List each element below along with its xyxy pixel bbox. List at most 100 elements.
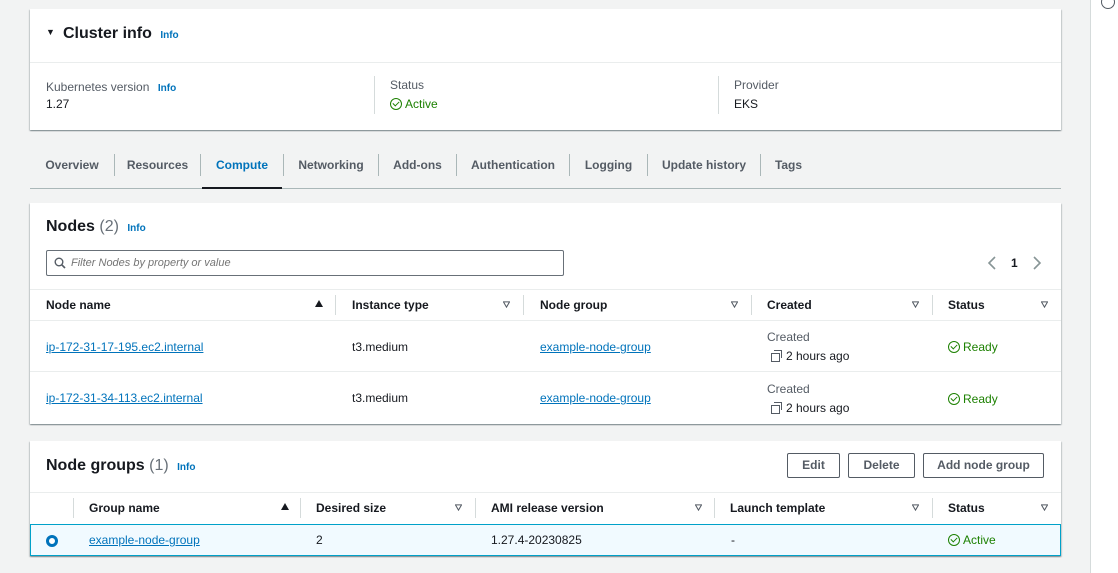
caret-down-icon[interactable]: ▼	[46, 27, 55, 37]
created-label: Created	[767, 382, 810, 396]
col-instance-type[interactable]: Instance type	[352, 298, 429, 312]
check-circle-icon	[948, 534, 960, 546]
kubernetes-version-value: 1.27	[46, 97, 70, 111]
table-row[interactable]: example-node-group 2 1.27.4-20230825 - A…	[30, 524, 1061, 556]
nodes-filter[interactable]	[46, 250, 564, 276]
column-separator	[73, 498, 74, 518]
cluster-status-text: Active	[405, 97, 438, 111]
chevron-right-icon[interactable]	[1032, 256, 1042, 270]
sort-ascending-icon[interactable]	[315, 300, 323, 307]
kubernetes-version-field: Kubernetes version Info	[46, 78, 176, 96]
ami-release-version: 1.27.4-20230825	[491, 533, 582, 547]
nodes-title: Nodes	[46, 218, 95, 235]
node-group-link[interactable]: example-node-group	[89, 533, 200, 547]
status-label: Status	[390, 78, 425, 92]
column-divider	[718, 76, 719, 114]
column-separator[interactable]	[523, 295, 524, 315]
kubernetes-version-info-link[interactable]: Info	[158, 83, 176, 94]
created-text: 2 hours ago	[786, 401, 850, 415]
kubernetes-version-label: Kubernetes version	[46, 80, 150, 94]
nodes-filter-input[interactable]	[71, 254, 556, 272]
row-select-radio[interactable]	[46, 535, 58, 547]
tab-add-ons[interactable]: Add-ons	[379, 148, 456, 188]
tab-logging[interactable]: Logging	[570, 148, 647, 188]
node-name-link[interactable]: ip-172-31-17-195.ec2.internal	[46, 340, 203, 354]
copy-icon[interactable]	[771, 402, 782, 414]
node-group-status: Active	[948, 533, 996, 547]
tab-overview[interactable]: Overview	[30, 148, 114, 188]
sort-icon[interactable]	[1041, 301, 1048, 308]
tab-resources[interactable]: Resources	[115, 148, 200, 188]
column-separator[interactable]	[475, 498, 476, 518]
tab-compute[interactable]: Compute	[202, 148, 282, 189]
column-separator[interactable]	[751, 295, 752, 315]
copy-icon[interactable]	[771, 350, 782, 362]
node-groups-panel: Node groups (1) Info Edit Delete Add nod…	[30, 441, 1061, 556]
col-launch-template[interactable]: Launch template	[730, 501, 825, 515]
col-created[interactable]: Created	[767, 298, 812, 312]
tab-tags[interactable]: Tags	[761, 148, 816, 188]
column-separator[interactable]	[932, 295, 933, 315]
column-divider	[374, 76, 375, 114]
search-icon	[54, 257, 66, 269]
tab-authentication[interactable]: Authentication	[457, 148, 569, 188]
col-group-name[interactable]: Group name	[89, 501, 160, 515]
cluster-tabs: Overview Resources Compute Networking Ad…	[30, 148, 1061, 189]
info-link[interactable]: Info	[160, 30, 178, 41]
col-node-name[interactable]: Node name	[46, 298, 111, 312]
created-label: Created	[767, 330, 810, 344]
column-separator[interactable]	[335, 295, 336, 315]
node-status: Ready	[948, 340, 998, 354]
tab-update-history[interactable]: Update history	[648, 148, 760, 188]
cluster-info-title[interactable]: Cluster info	[63, 25, 152, 42]
page-number[interactable]: 1	[1011, 256, 1018, 270]
check-circle-icon	[390, 98, 402, 110]
add-node-group-button[interactable]: Add node group	[923, 453, 1044, 478]
column-separator[interactable]	[714, 498, 715, 518]
sort-ascending-icon[interactable]	[281, 503, 289, 510]
table-row: ip-172-31-17-195.ec2.internal t3.medium …	[30, 321, 1061, 372]
sort-icon[interactable]	[503, 301, 510, 308]
node-status-text: Ready	[963, 340, 998, 354]
provider-label: Provider	[734, 78, 779, 92]
node-group-status-text: Active	[963, 533, 996, 547]
node-groups-count: (1)	[149, 457, 169, 474]
instance-type: t3.medium	[352, 391, 409, 405]
edit-button[interactable]: Edit	[787, 453, 840, 478]
column-separator[interactable]	[932, 498, 933, 518]
cluster-status: Active	[390, 97, 438, 111]
sort-icon[interactable]	[455, 504, 462, 511]
sort-icon[interactable]	[731, 301, 738, 308]
node-group-link[interactable]: example-node-group	[540, 340, 651, 354]
nodes-count: (2)	[99, 218, 119, 235]
created-value: 2 hours ago	[771, 401, 849, 415]
node-name-link[interactable]: ip-172-31-34-113.ec2.internal	[46, 391, 203, 405]
created-text: 2 hours ago	[786, 349, 850, 363]
col-status[interactable]: Status	[948, 298, 985, 312]
tab-networking[interactable]: Networking	[284, 148, 378, 188]
sort-icon[interactable]	[695, 504, 702, 511]
sort-icon[interactable]	[912, 301, 919, 308]
divider	[30, 62, 1061, 63]
col-node-group[interactable]: Node group	[540, 298, 607, 312]
node-status-text: Ready	[963, 392, 998, 406]
column-separator[interactable]	[300, 498, 301, 518]
node-status: Ready	[948, 392, 998, 406]
created-value: 2 hours ago	[771, 349, 849, 363]
nodes-panel: Nodes (2) Info 1 Node name Instance type…	[30, 203, 1061, 424]
node-group-link[interactable]: example-node-group	[540, 391, 651, 405]
sort-icon[interactable]	[912, 504, 919, 511]
delete-button[interactable]: Delete	[848, 453, 915, 478]
col-ami-release-version[interactable]: AMI release version	[491, 501, 604, 515]
node-groups-info-link[interactable]: Info	[177, 462, 195, 473]
sort-icon[interactable]	[1041, 504, 1048, 511]
col-status[interactable]: Status	[948, 501, 985, 515]
check-circle-icon	[948, 393, 960, 405]
right-rail	[1090, 0, 1118, 573]
node-groups-title: Node groups	[46, 457, 145, 474]
nodes-info-link[interactable]: Info	[127, 223, 145, 234]
desired-size: 2	[316, 533, 323, 547]
chevron-left-icon[interactable]	[987, 256, 997, 270]
col-desired-size[interactable]: Desired size	[316, 501, 386, 515]
check-circle-icon	[948, 341, 960, 353]
